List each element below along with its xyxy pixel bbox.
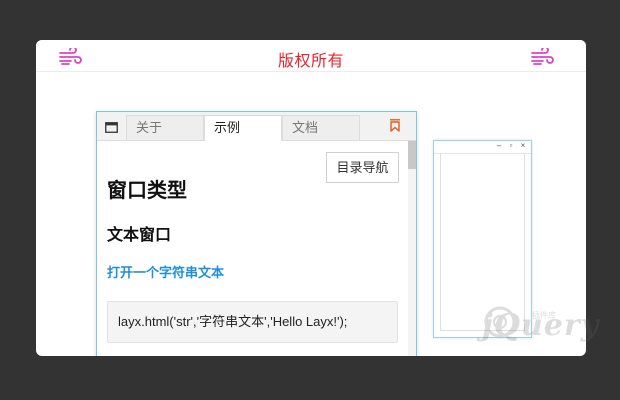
- layx-window[interactable]: 关于 示例 文档 目录导航 窗口类型 文本窗口 打开一个字符串文本 layx.h…: [96, 111, 417, 356]
- bookmark-icon[interactable]: [389, 119, 401, 132]
- close-icon[interactable]: ×: [519, 142, 527, 150]
- subsection-heading: 文本窗口: [107, 227, 172, 244]
- window-tab-bar: 关于 示例 文档: [97, 112, 416, 141]
- wind-icon[interactable]: [530, 48, 554, 66]
- window-icon: [105, 120, 118, 133]
- tab-docs[interactable]: 文档: [282, 115, 360, 140]
- code-block: layx.html('str','字符串文本','Hello Layx!');: [107, 301, 398, 343]
- minimize-icon[interactable]: –: [495, 142, 503, 150]
- toc-button[interactable]: 目录导航: [326, 152, 399, 183]
- open-text-link[interactable]: 打开一个字符串文本: [107, 262, 224, 281]
- scrollbar-thumb[interactable]: [408, 141, 416, 169]
- jquery-watermark: jQuery 插件库: [470, 298, 598, 348]
- watermark-tagline: 插件库: [532, 311, 556, 320]
- tab-examples[interactable]: 示例: [204, 115, 282, 141]
- maximize-icon[interactable]: ▫: [507, 142, 515, 150]
- window-content: 目录导航 窗口类型 文本窗口 打开一个字符串文本 layx.html('str'…: [97, 141, 408, 356]
- page-title: 版权所有: [277, 53, 344, 70]
- top-bar: 版权所有: [36, 40, 586, 72]
- scrollbar[interactable]: [408, 141, 416, 356]
- tab-about[interactable]: 关于: [126, 115, 204, 140]
- section-heading: 窗口类型: [107, 180, 187, 202]
